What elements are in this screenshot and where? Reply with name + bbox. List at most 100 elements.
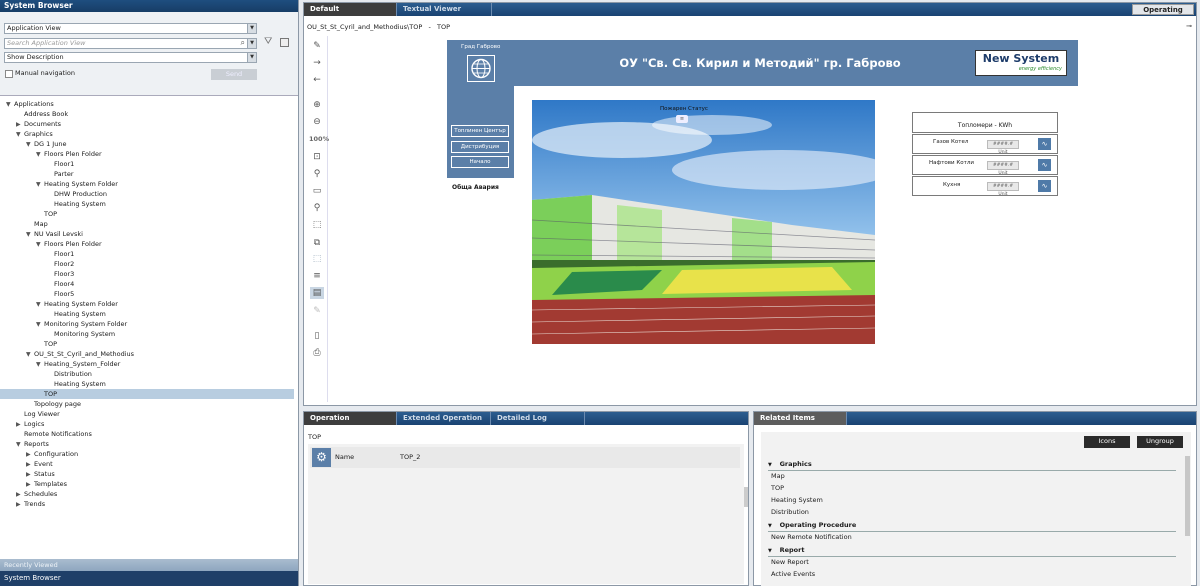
- trend-icon[interactable]: ∿: [1038, 138, 1051, 150]
- tree-item[interactable]: Topology page: [0, 399, 294, 409]
- tree-item[interactable]: ▶ Event: [0, 459, 294, 469]
- tab-related-items[interactable]: Related Items: [754, 412, 847, 425]
- tree-item[interactable]: Floor5: [0, 289, 294, 299]
- tree-item[interactable]: DHW Production: [0, 189, 294, 199]
- tree-item[interactable]: Parter: [0, 169, 294, 179]
- property-row[interactable]: ⚙ Name TOP_2: [310, 447, 740, 468]
- collapsed-icon[interactable]: ▶: [16, 500, 24, 510]
- pen-icon[interactable]: ✎: [310, 40, 324, 52]
- view-box-icon[interactable]: ▭: [310, 185, 324, 197]
- globe-icon[interactable]: [467, 55, 495, 82]
- tree-item[interactable]: ▼ Floors Plen Folder: [0, 239, 294, 249]
- arrow-left-icon[interactable]: ←: [310, 74, 324, 86]
- related-item[interactable]: TOP: [771, 483, 784, 493]
- tree-item[interactable]: Floor1: [0, 249, 294, 259]
- zoom-in-icon[interactable]: ⊕: [310, 99, 324, 111]
- tree-item[interactable]: Floor2: [0, 259, 294, 269]
- tree-item[interactable]: Heating System: [0, 379, 294, 389]
- tab-default[interactable]: Default: [304, 3, 397, 16]
- home-button[interactable]: Начало: [451, 156, 509, 168]
- related-group-header[interactable]: ▼ Operating Procedure: [768, 520, 1176, 532]
- collapse-icon[interactable]: ▼: [768, 462, 774, 468]
- tree-item[interactable]: Floor3: [0, 269, 294, 279]
- save-icon[interactable]: [280, 38, 289, 47]
- zoom-level[interactable]: 100%: [309, 135, 329, 143]
- tree-item[interactable]: ▼ Applications: [0, 99, 294, 109]
- collapse-icon[interactable]: ▼: [768, 548, 774, 554]
- manual-nav-checkbox[interactable]: [5, 70, 13, 78]
- tree-item[interactable]: Floor1: [0, 159, 294, 169]
- tree-item[interactable]: ▶ Logics: [0, 419, 294, 429]
- tree-item[interactable]: ▶ Documents: [0, 119, 294, 129]
- tree-item[interactable]: ▼ NU Vasil Levski: [0, 229, 294, 239]
- tooltip-icon[interactable]: ▤: [310, 287, 324, 299]
- trend-icon[interactable]: ∿: [1038, 180, 1051, 192]
- ungroup-button[interactable]: Ungroup: [1137, 436, 1183, 448]
- filter-icon[interactable]: ⛛: [264, 36, 272, 47]
- tree-item[interactable]: ▶ Configuration: [0, 449, 294, 459]
- tree-item[interactable]: ▶ Schedules: [0, 489, 294, 499]
- related-item[interactable]: Distribution: [771, 507, 809, 517]
- tree-item[interactable]: ▼ Heating System Folder: [0, 299, 294, 309]
- tree-item[interactable]: ▼ Heating System Folder: [0, 179, 294, 189]
- tab-extended-operation[interactable]: Extended Operation: [397, 412, 491, 425]
- tree-item[interactable]: ▼ Floors Plen Folder: [0, 149, 294, 159]
- recently-viewed-header[interactable]: Recently Viewed: [0, 559, 298, 571]
- tree-item[interactable]: Heating System: [0, 199, 294, 209]
- tree-item[interactable]: TOP: [0, 209, 294, 219]
- collapse-icon[interactable]: ▼: [768, 523, 774, 529]
- operating-mode-button[interactable]: Operating: [1132, 4, 1194, 15]
- tree-item[interactable]: ▼ DG 1 June: [0, 139, 294, 149]
- list-icon[interactable]: ≡: [310, 270, 324, 282]
- zoom-area-icon[interactable]: ⚲: [310, 202, 324, 214]
- trend-icon[interactable]: ∿: [1038, 159, 1051, 171]
- tree-item[interactable]: Map: [0, 219, 294, 229]
- related-group-header[interactable]: ▼ Report: [768, 545, 1176, 557]
- tree-item[interactable]: ▶ Trends: [0, 499, 294, 509]
- search-icon[interactable]: ⌕: [241, 38, 245, 47]
- tree-item[interactable]: Heating System: [0, 309, 294, 319]
- related-group-header[interactable]: ▼ Graphics: [768, 459, 1176, 471]
- related-item[interactable]: New Report: [771, 557, 809, 567]
- tree-item[interactable]: ▼ Graphics: [0, 129, 294, 139]
- tree-item[interactable]: Log Viewer: [0, 409, 294, 419]
- pin-icon[interactable]: ⊸: [1186, 22, 1192, 30]
- related-item[interactable]: Active Events: [771, 569, 815, 579]
- tree-item[interactable]: ▼ OU_St_St_Cyril_and_Methodius: [0, 349, 294, 359]
- tree-item[interactable]: TOP: [0, 389, 294, 399]
- tree-item[interactable]: ▶ Status: [0, 469, 294, 479]
- document-icon[interactable]: ▯: [310, 330, 324, 342]
- zoom-out-icon[interactable]: ⊖: [310, 116, 324, 128]
- tab-detailed-log[interactable]: Detailed Log: [491, 412, 585, 425]
- fit-window-icon[interactable]: ⬚: [310, 253, 324, 265]
- zoom-fit-icon[interactable]: ⊡: [310, 151, 324, 163]
- distribution-button[interactable]: Дистрибуция: [451, 141, 509, 153]
- tree-item[interactable]: Remote Notifications: [0, 429, 294, 439]
- related-item[interactable]: Heating System: [771, 495, 823, 505]
- description-select[interactable]: Show Description ▼: [4, 52, 257, 63]
- related-scrollbar[interactable]: [1185, 456, 1190, 536]
- print-icon[interactable]: ⎙: [310, 347, 324, 359]
- search-input[interactable]: Search Application View ⌕ ▼: [4, 38, 257, 49]
- tree-item[interactable]: ▼ Monitoring System Folder: [0, 319, 294, 329]
- tab-operation[interactable]: Operation: [304, 412, 397, 425]
- operation-scrollbar[interactable]: [744, 487, 748, 507]
- tree-item[interactable]: Floor4: [0, 279, 294, 289]
- tree-item[interactable]: ▼ Heating_System_Folder: [0, 359, 294, 369]
- heat-center-button[interactable]: Топлинен Център: [451, 125, 509, 137]
- arrow-right-icon[interactable]: →: [310, 57, 324, 69]
- related-item[interactable]: Map: [771, 471, 785, 481]
- tree-item[interactable]: Distribution: [0, 369, 294, 379]
- related-item[interactable]: New Remote Notification: [771, 532, 852, 542]
- tree-item[interactable]: ▶ Templates: [0, 479, 294, 489]
- icons-button[interactable]: Icons: [1084, 436, 1130, 448]
- select-area-icon[interactable]: ⬚: [310, 219, 324, 231]
- magnifier-icon[interactable]: ⚲: [310, 168, 324, 180]
- send-button[interactable]: Send: [211, 69, 257, 80]
- fire-status-icon[interactable]: ≡: [676, 115, 688, 123]
- tab-textual-viewer[interactable]: Textual Viewer: [397, 3, 492, 16]
- tree-item[interactable]: Address Book: [0, 109, 294, 119]
- tree-item[interactable]: ▼ Reports: [0, 439, 294, 449]
- tree-item[interactable]: Monitoring System: [0, 329, 294, 339]
- system-browser-footer[interactable]: System Browser: [0, 571, 298, 586]
